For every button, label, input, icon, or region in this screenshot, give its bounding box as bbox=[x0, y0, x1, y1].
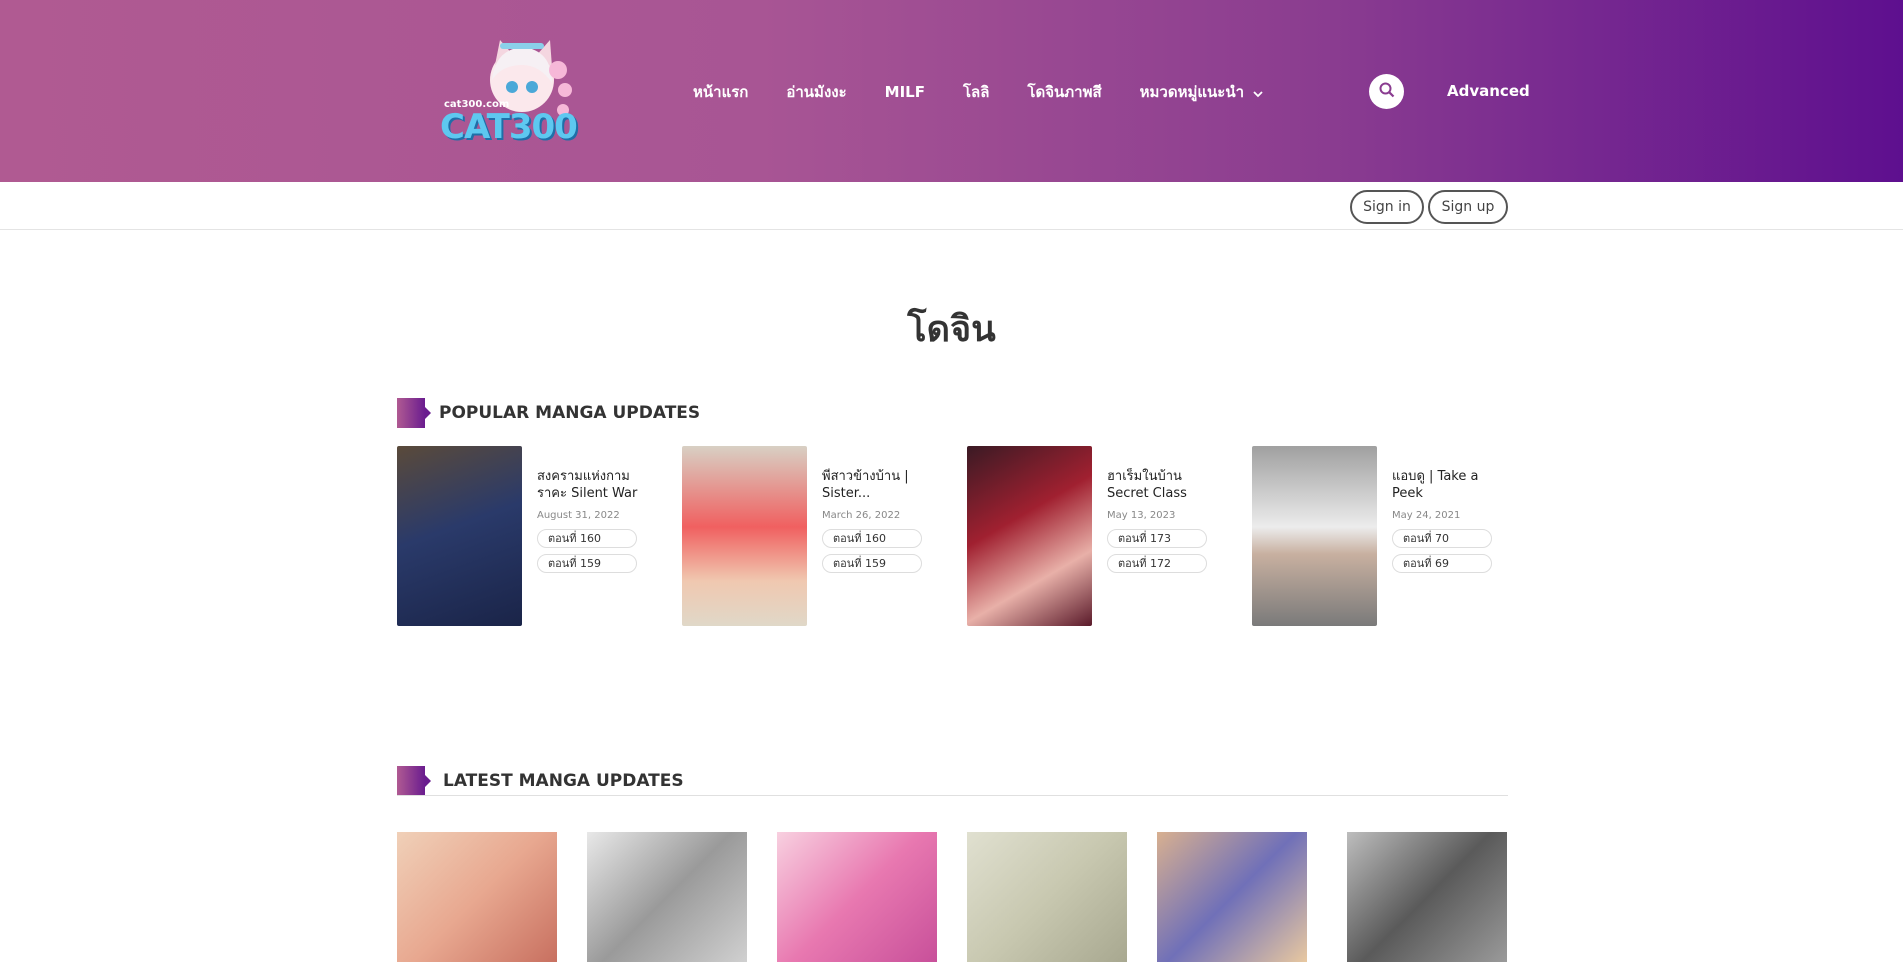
manga-date: August 31, 2022 bbox=[537, 510, 620, 521]
chapter-link[interactable]: ตอนที่ 69 bbox=[1392, 554, 1492, 573]
nav-milf[interactable]: MILF bbox=[885, 83, 925, 101]
manga-cover[interactable] bbox=[967, 446, 1092, 626]
nav-loli[interactable]: โลลิ bbox=[963, 80, 989, 104]
sign-up-button[interactable]: Sign up bbox=[1428, 190, 1508, 224]
site-header: cat300.com CAT300 หน้าแรก อ่านมังงะ MILF… bbox=[0, 0, 1903, 182]
manga-title[interactable]: ฮาเร็มในบ้าน Secret Class bbox=[1107, 468, 1227, 502]
nav-recommended-categories[interactable]: หมวดหมู่แนะนำ bbox=[1140, 80, 1264, 104]
page-title: โดจิน bbox=[907, 309, 996, 350]
manga-cover[interactable] bbox=[1252, 446, 1377, 626]
latest-section-heading: LATEST MANGA UPDATES bbox=[397, 766, 684, 796]
latest-manga-cover[interactable] bbox=[967, 832, 1127, 962]
chapter-link[interactable]: ตอนที่ 159 bbox=[822, 554, 922, 573]
chapter-link[interactable]: ตอนที่ 70 bbox=[1392, 529, 1492, 548]
chapter-link[interactable]: ตอนที่ 160 bbox=[822, 529, 922, 548]
popular-card[interactable]: พี่สาวข้างบ้าน | Sister... March 26, 202… bbox=[682, 446, 942, 626]
chapter-link[interactable]: ตอนที่ 159 bbox=[537, 554, 637, 573]
manga-title[interactable]: แอบดู | Take a Peek bbox=[1392, 468, 1512, 502]
manga-date: March 26, 2022 bbox=[822, 510, 901, 521]
latest-manga-cover[interactable] bbox=[777, 832, 937, 962]
latest-section-title: LATEST MANGA UPDATES bbox=[443, 771, 684, 791]
manga-title[interactable]: สงครามแห่งกามราคะ Silent War bbox=[537, 468, 657, 502]
chapter-link[interactable]: ตอนที่ 173 bbox=[1107, 529, 1207, 548]
section-marker-icon bbox=[397, 766, 431, 796]
account-bar bbox=[0, 182, 1903, 230]
popular-card[interactable]: ฮาเร็มในบ้าน Secret Class May 13, 2023 ต… bbox=[967, 446, 1227, 626]
latest-manga-cover[interactable] bbox=[587, 832, 747, 962]
popular-card[interactable]: สงครามแห่งกามราคะ Silent War August 31, … bbox=[397, 446, 657, 626]
nav-color-doujin[interactable]: โดจินภาพสี bbox=[1027, 80, 1101, 104]
manga-cover[interactable] bbox=[397, 446, 522, 626]
sign-in-button[interactable]: Sign in bbox=[1350, 190, 1424, 224]
popular-card[interactable]: แอบดู | Take a Peek May 24, 2021 ตอนที่ … bbox=[1252, 446, 1512, 626]
search-button[interactable] bbox=[1369, 74, 1404, 109]
latest-manga-cover[interactable] bbox=[1157, 832, 1307, 962]
chapter-link[interactable]: ตอนที่ 172 bbox=[1107, 554, 1207, 573]
search-icon bbox=[1379, 82, 1395, 102]
logo-text: CAT300 bbox=[440, 107, 578, 147]
manga-title[interactable]: พี่สาวข้างบ้าน | Sister... bbox=[822, 468, 942, 502]
nav-recommended-label: หมวดหมู่แนะนำ bbox=[1139, 83, 1244, 101]
latest-manga-cover[interactable] bbox=[1347, 832, 1507, 962]
advanced-search-link[interactable]: Advanced bbox=[1447, 82, 1530, 100]
popular-section-title: POPULAR MANGA UPDATES bbox=[439, 403, 701, 423]
section-divider bbox=[397, 795, 1508, 796]
site-logo[interactable]: cat300.com CAT300 bbox=[440, 35, 590, 150]
chapter-link[interactable]: ตอนที่ 160 bbox=[537, 529, 637, 548]
manga-cover[interactable] bbox=[682, 446, 807, 626]
main-nav: หน้าแรก อ่านมังงะ MILF โลลิ โดจินภาพสี ห… bbox=[693, 80, 1302, 104]
popular-section-heading: POPULAR MANGA UPDATES bbox=[397, 398, 700, 428]
latest-manga-cover[interactable] bbox=[397, 832, 557, 962]
manga-date: May 24, 2021 bbox=[1392, 510, 1461, 521]
nav-read-manga[interactable]: อ่านมังงะ bbox=[786, 80, 846, 104]
section-marker-icon bbox=[397, 398, 431, 428]
nav-home[interactable]: หน้าแรก bbox=[693, 80, 748, 104]
manga-date: May 13, 2023 bbox=[1107, 510, 1176, 521]
chevron-down-icon bbox=[1252, 86, 1264, 98]
